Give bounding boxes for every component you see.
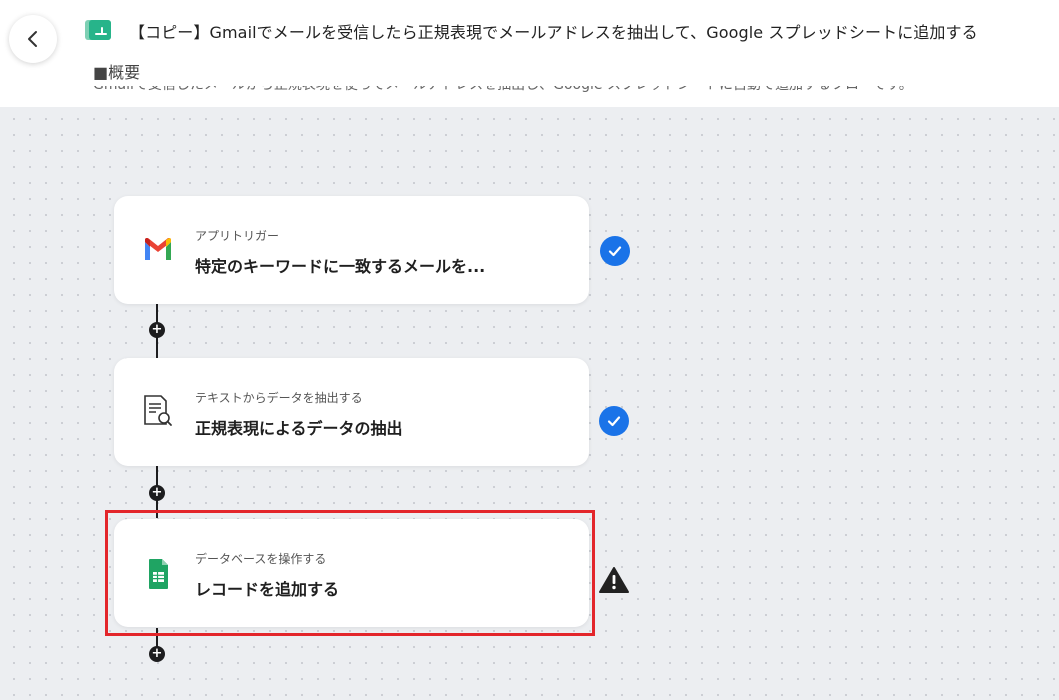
flow-icon <box>85 20 111 40</box>
step-action: 特定のキーワードに一致するメールを... <box>195 257 486 276</box>
add-step-button[interactable]: + <box>149 322 165 338</box>
step-category: アプリトリガー <box>195 229 280 243</box>
step-card-database[interactable]: データベースを操作する レコードを追加する <box>114 519 589 627</box>
step-action: 正規表現によるデータの抽出 <box>195 419 403 438</box>
warning-icon <box>599 567 629 593</box>
step-category: データベースを操作する <box>195 552 327 566</box>
google-sheets-icon <box>149 559 168 589</box>
connector-line <box>156 628 158 648</box>
back-button[interactable] <box>9 15 57 63</box>
step-card-trigger[interactable]: アプリトリガー 特定のキーワードに一致するメールを... <box>114 196 589 304</box>
description-preview: Gmailで受信したメールから正規表現を使ってメールアドレスを抽出し、Googl… <box>93 86 993 106</box>
text-extract-icon <box>144 395 172 426</box>
step-category: テキストからデータを抽出する <box>195 391 363 405</box>
status-complete-icon <box>599 406 629 436</box>
overview-label: ■概要 <box>93 63 141 82</box>
step-card-extract[interactable]: テキストからデータを抽出する 正規表現によるデータの抽出 <box>114 358 589 466</box>
add-step-button[interactable]: + <box>149 485 165 501</box>
add-step-button[interactable]: + <box>149 646 165 662</box>
chevron-left-icon <box>28 31 37 47</box>
step-action: レコードを追加する <box>195 580 340 599</box>
gmail-icon <box>145 238 171 260</box>
page-title: 【コピー】Gmailでメールを受信したら正規表現でメールアドレスを抽出して、Go… <box>129 23 978 42</box>
header: 【コピー】Gmailでメールを受信したら正規表現でメールアドレスを抽出して、Go… <box>0 0 1059 107</box>
status-complete-icon <box>600 236 630 266</box>
